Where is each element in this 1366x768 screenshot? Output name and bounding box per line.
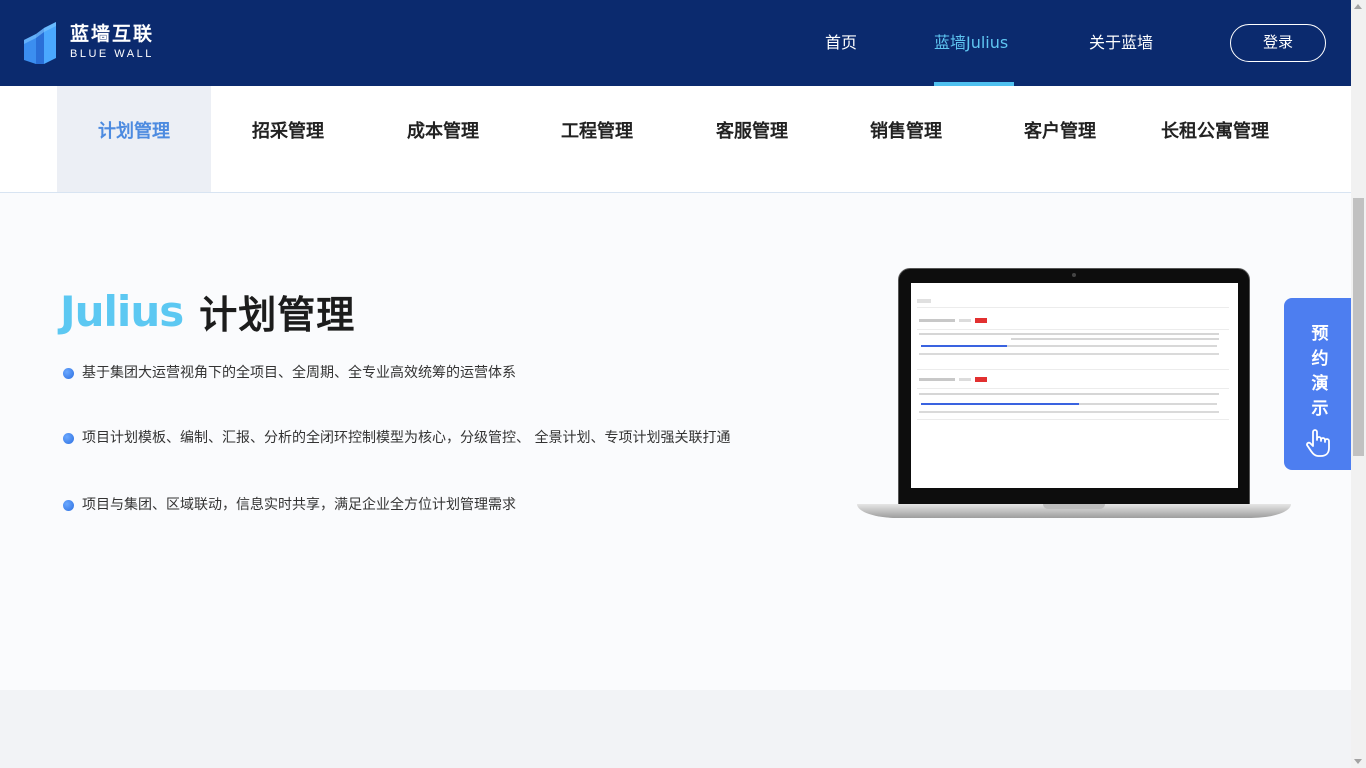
logo-name-en: BLUE WALL [70,48,154,60]
julius-brand-word: Julius [60,287,184,336]
login-button[interactable]: 登录 [1230,24,1326,62]
nav-item-julius[interactable]: 蓝墙Julius [934,0,1008,86]
tab-rental-apartment[interactable]: 长租公寓管理 [1138,86,1292,192]
laptop-mockup-image [857,268,1291,520]
logo-icon [22,20,58,66]
book-demo-label: 预约演示 [1284,322,1351,426]
hand-pointer-icon [1306,429,1330,457]
page-scrollbar[interactable] [1351,0,1366,768]
laptop-lid [898,268,1250,506]
laptop-notch [1043,504,1105,509]
bullet-dot-icon [63,433,74,444]
book-demo-button[interactable]: 预约演示 [1284,298,1351,470]
feature-bullet: 项目计划模板、编制、汇报、分析的全闭环控制模型为核心，分级管控、 全景计划、专项… [63,429,773,448]
feature-text: 项目与集团、区域联动，信息实时共享，满足企业全方位计划管理需求 [82,497,516,513]
book-demo-label-text: 预约演示 [1307,324,1328,424]
tab-sales[interactable]: 销售管理 [829,86,983,192]
logo-name-cn: 蓝墙互联 [70,23,155,45]
tab-cost[interactable]: 成本管理 [366,86,520,192]
tab-plan[interactable]: 计划管理 [57,86,211,192]
top-header: 蓝墙互联 BLUE WALL 首页 蓝墙Julius 关于蓝墙 登录 [0,0,1351,86]
next-section-background [0,690,1351,768]
feature-text: 基于集团大运营视角下的全项目、全周期、全专业高效统筹的运营体系 [82,365,516,381]
nav-item-about[interactable]: 关于蓝墙 [1089,0,1153,86]
bullet-dot-icon [63,500,74,511]
scroll-thumb[interactable] [1353,198,1364,456]
feature-text: 项目计划模板、编制、汇报、分析的全闭环控制模型为核心，分级管控、 全景计划、专项… [82,430,731,446]
tab-engineering[interactable]: 工程管理 [520,86,674,192]
tab-procurement[interactable]: 招采管理 [211,86,365,192]
feature-bullet: 项目与集团、区域联动，信息实时共享，满足企业全方位计划管理需求 [63,496,773,515]
feature-bullet: 基于集团大运营视角下的全项目、全周期、全专业高效统筹的运营体系 [63,364,773,383]
site-logo[interactable]: 蓝墙互联 BLUE WALL [22,20,154,66]
bullet-dot-icon [63,368,74,379]
section-heading: Julius 计划管理 [60,284,355,339]
tab-customer[interactable]: 客户管理 [983,86,1137,192]
tab-customer-service[interactable]: 客服管理 [675,86,829,192]
webcam-icon [1072,273,1076,277]
laptop-screen [911,283,1238,488]
nav-item-home[interactable]: 首页 [825,0,857,86]
module-tabs: 计划管理 招采管理 成本管理 工程管理 客服管理 销售管理 客户管理 长租公寓管… [0,86,1351,193]
scroll-up-icon[interactable] [1354,4,1362,9]
section-title: 计划管理 [199,293,356,337]
scroll-down-icon[interactable] [1354,759,1362,764]
